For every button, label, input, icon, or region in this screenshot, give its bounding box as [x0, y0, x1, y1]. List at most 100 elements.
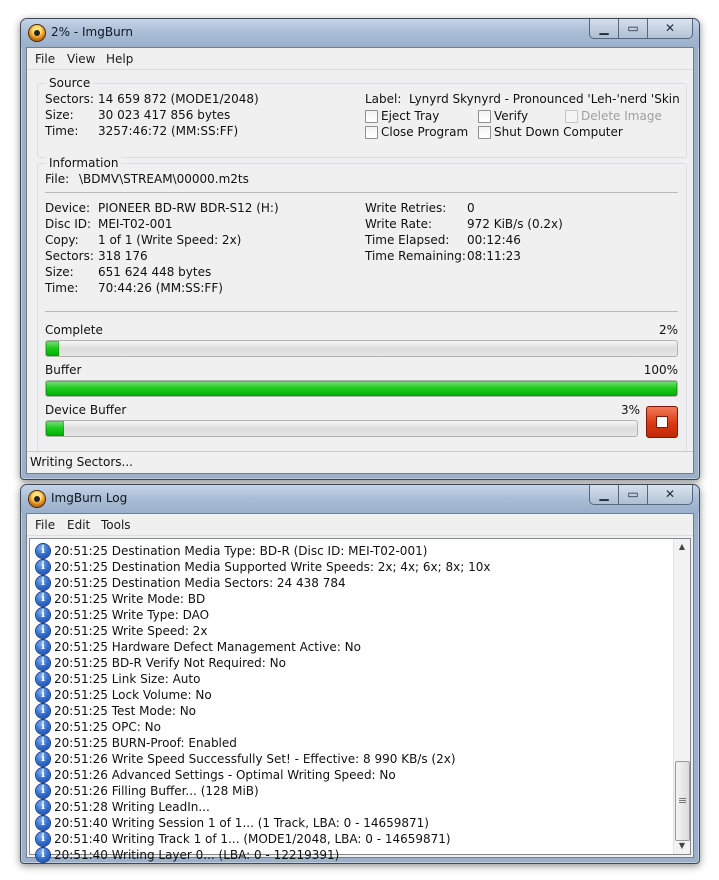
scrollbar-thumb[interactable] — [675, 761, 690, 841]
log-menu-tools[interactable]: Tools — [101, 518, 131, 532]
info-icon: i — [36, 816, 50, 830]
complete-progress-bar — [45, 340, 678, 357]
source-time-value: 3257:46:72 (MM:SS:FF) — [98, 124, 239, 138]
label-value: Lynyrd Skynyrd - Pronounced 'Leh-'nerd '… — [409, 92, 679, 106]
window-title: 2% - ImgBurn — [51, 25, 134, 39]
device-value: PIONEER BD-RW BDR-S12 (H:) — [98, 201, 279, 215]
main-titlebar[interactable]: 2% - ImgBurn ▁ ▭ ✕ — [21, 19, 699, 47]
device-buffer-progress-fill — [46, 421, 64, 436]
info-icon: i — [36, 784, 50, 798]
complete-percent: 2% — [658, 323, 678, 337]
info-icon: i — [36, 848, 50, 862]
log-entry-text: 20:51:26 Filling Buffer... (128 MiB) — [54, 784, 259, 798]
eject-tray-label[interactable]: Eject Tray — [381, 109, 439, 123]
menu-bar: File View Help — [27, 48, 693, 70]
eject-tray-checkbox[interactable] — [365, 110, 378, 123]
delete-image-label: Delete Image — [581, 109, 662, 123]
buffer-progress-bar — [45, 380, 678, 397]
log-minimize-button[interactable]: ▁ — [589, 485, 619, 505]
log-entry-text: 20:51:25 Lock Volume: No — [54, 688, 212, 702]
device-buffer-label: Device Buffer — [45, 403, 127, 417]
menu-view[interactable]: View — [67, 52, 95, 66]
log-entry-text: 20:51:25 Link Size: Auto — [54, 672, 201, 686]
log-list[interactable]: i 20:51:25 Destination Media Type: BD-R (… — [29, 538, 691, 862]
status-text: Writing Sectors... — [30, 455, 133, 469]
info-icon: i — [36, 832, 50, 846]
log-entry-text: 20:51:40 Writing Layer 0... (LBA: 0 - 12… — [54, 848, 340, 862]
minimize-button[interactable]: ▁ — [589, 19, 619, 39]
scroll-down-arrow-icon[interactable]: ▼ — [674, 838, 690, 854]
log-titlebar[interactable]: ImgBurn Log ▁ ▭ ✕ — [21, 485, 699, 513]
device-buffer-progress-bar — [45, 420, 638, 437]
log-entry-text: 20:51:26 Advanced Settings - Optimal Wri… — [54, 768, 396, 782]
imgburn-log-disc-icon[interactable] — [29, 491, 45, 507]
info-sectors-label: Sectors: — [45, 249, 94, 263]
close-program-label[interactable]: Close Program — [381, 125, 468, 139]
info-icon: i — [36, 656, 50, 670]
status-bar: Writing Sectors... — [27, 451, 693, 473]
device-label: Device: — [45, 201, 91, 215]
info-icon: i — [36, 672, 50, 686]
log-entry-text: 20:51:25 Destination Media Type: BD-R (D… — [54, 544, 428, 558]
source-time-label: Time: — [45, 124, 79, 138]
time-elapsed-label: Time Elapsed: — [365, 233, 450, 247]
log-close-button[interactable]: ✕ — [647, 485, 693, 505]
info-icon: i — [36, 592, 50, 606]
info-icon: i — [36, 768, 50, 782]
stop-icon[interactable] — [646, 406, 678, 438]
log-entry-text: 20:51:40 Writing Track 1 of 1... (MODE1/… — [54, 832, 451, 846]
information-group: Information File: \BDMV\STREAM\00000.m2t… — [37, 156, 687, 463]
write-rate-label: Write Rate: — [365, 217, 433, 231]
log-menu-bar: File Edit Tools — [27, 514, 693, 536]
verify-label[interactable]: Verify — [494, 109, 528, 123]
log-entry-text: 20:51:25 BURN-Proof: Enabled — [54, 736, 237, 750]
disc-id-label: Disc ID: — [45, 217, 92, 231]
log-entry-text: 20:51:26 Write Speed Successfully Set! -… — [54, 752, 456, 766]
info-icon: i — [36, 640, 50, 654]
source-group: Source Sectors: 14 659 872 (MODE1/2048) … — [37, 76, 687, 158]
info-icon: i — [36, 624, 50, 638]
log-maximize-button[interactable]: ▭ — [618, 485, 648, 505]
shut-down-checkbox[interactable] — [478, 126, 491, 139]
file-value: \BDMV\STREAM\00000.m2ts — [79, 172, 249, 186]
info-size-label: Size: — [45, 265, 74, 279]
close-program-checkbox[interactable] — [365, 126, 378, 139]
imgburn-disc-icon[interactable] — [29, 25, 45, 41]
log-scrollbar[interactable]: ▲ ▼ — [673, 539, 690, 854]
source-group-title: Source — [46, 76, 94, 90]
shut-down-label[interactable]: Shut Down Computer — [494, 125, 623, 139]
log-entry-text: 20:51:25 Destination Media Supported Wri… — [54, 560, 491, 574]
main-client-area: File View Help Source Sectors: 14 659 87… — [26, 47, 694, 474]
log-entry-text: 20:51:25 Hardware Defect Management Acti… — [54, 640, 361, 654]
buffer-label: Buffer — [45, 363, 82, 377]
file-label: File: — [45, 172, 70, 186]
log-entry-text: 20:51:40 Writing Session 1 of 1... (1 Tr… — [54, 816, 429, 830]
log-entry-text: 20:51:25 Write Speed: 2x — [54, 624, 208, 638]
log-window-controls: ▁ ▭ ✕ — [589, 485, 693, 505]
write-retries-label: Write Retries: — [365, 201, 447, 215]
maximize-button[interactable]: ▭ — [618, 19, 648, 39]
log-menu-edit[interactable]: Edit — [67, 518, 90, 532]
imgburn-log-window: ImgBurn Log ▁ ▭ ✕ File Edit Tools i 20:51… — [20, 484, 700, 864]
information-divider-bottom — [45, 311, 678, 312]
info-icon: i — [36, 800, 50, 814]
log-menu-file[interactable]: File — [35, 518, 55, 532]
buffer-progress-fill — [46, 381, 677, 396]
log-entry-text: 20:51:25 Destination Media Sectors: 24 4… — [54, 576, 346, 590]
info-size-value: 651 624 448 bytes — [98, 265, 212, 279]
label-label: Label: — [365, 92, 402, 106]
write-retries-value: 0 — [467, 201, 475, 215]
menu-file[interactable]: File — [35, 52, 55, 66]
delete-image-checkbox — [565, 110, 578, 123]
menu-help[interactable]: Help — [106, 52, 133, 66]
info-icon: i — [36, 752, 50, 766]
verify-checkbox[interactable] — [478, 110, 491, 123]
info-icon: i — [36, 720, 50, 734]
log-entry-text: 20:51:25 Write Type: DAO — [54, 608, 210, 622]
copy-label: Copy: — [45, 233, 79, 247]
disc-id-value: MEI-T02-001 — [98, 217, 173, 231]
info-icon: i — [36, 704, 50, 718]
close-button[interactable]: ✕ — [647, 19, 693, 39]
source-sectors-value: 14 659 872 (MODE1/2048) — [98, 92, 259, 106]
scroll-up-arrow-icon[interactable]: ▲ — [674, 539, 690, 555]
